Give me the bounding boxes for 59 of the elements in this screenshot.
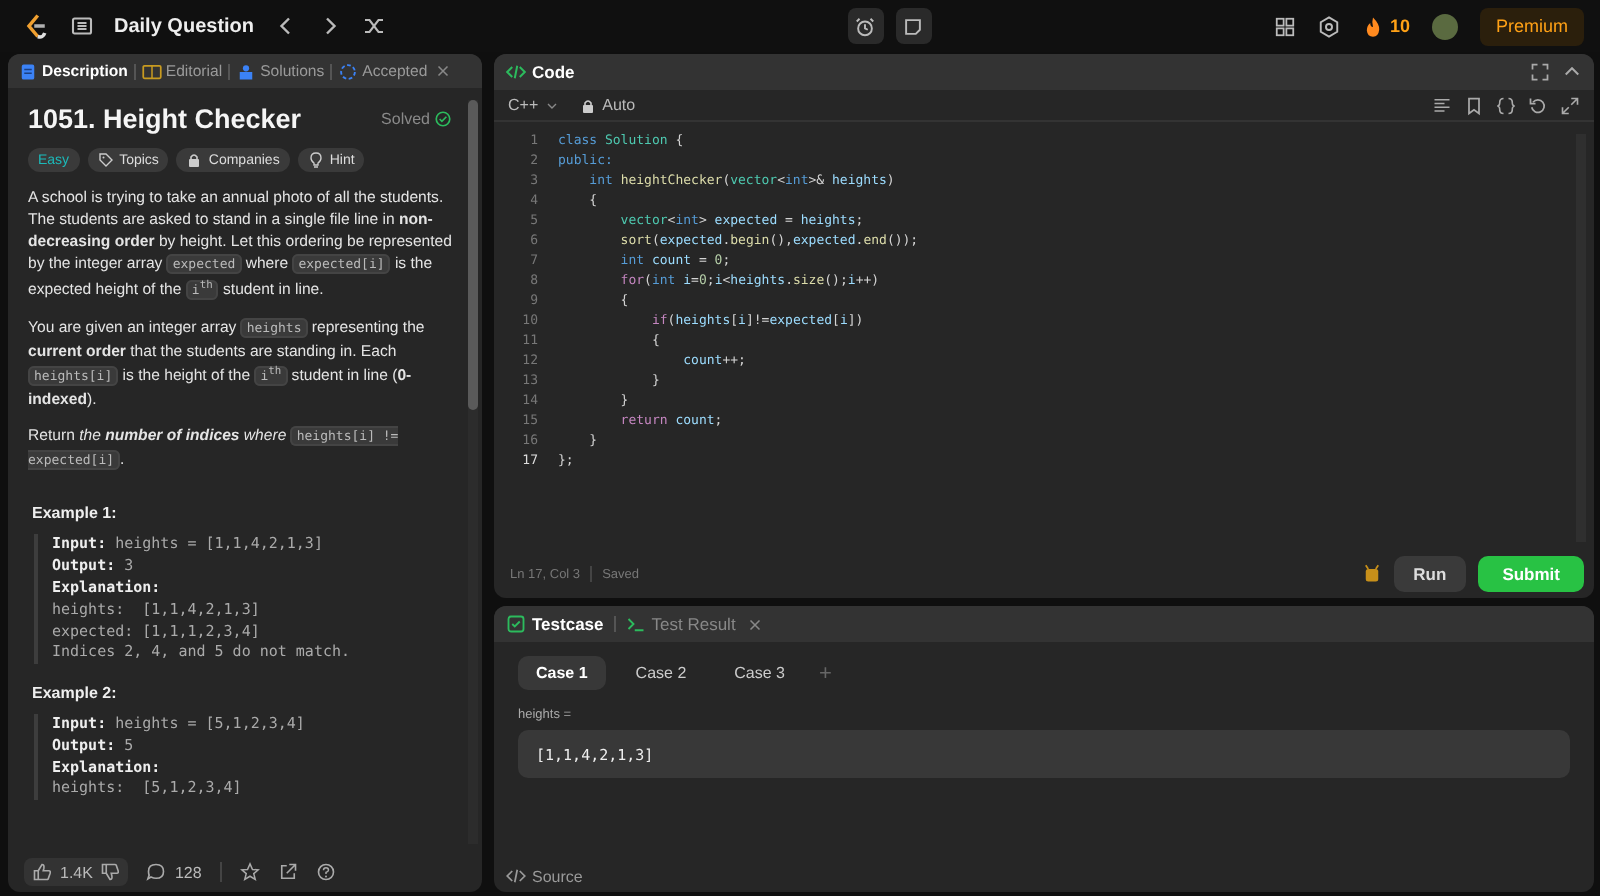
comment-count: 128 <box>174 863 202 881</box>
reset-icon[interactable] <box>1528 95 1548 115</box>
expand-icon[interactable] <box>1530 62 1550 82</box>
example-title: Example 2: <box>32 684 119 703</box>
case-tab[interactable]: Case 1 <box>518 656 606 690</box>
bookmark-icon[interactable] <box>1464 95 1484 115</box>
lightbulb-icon <box>307 152 324 168</box>
lock-icon <box>186 152 203 168</box>
problem-list-title[interactable]: Daily Question <box>114 15 255 37</box>
bug-icon[interactable] <box>1361 564 1382 584</box>
comment-icon[interactable] <box>146 862 167 882</box>
fullscreen-icon[interactable] <box>1560 95 1580 115</box>
source-link[interactable]: Source <box>506 866 583 886</box>
terminal-icon <box>625 614 646 634</box>
star-icon[interactable] <box>239 862 260 882</box>
problem-title: 1051. Height Checker <box>28 104 302 134</box>
avatar[interactable] <box>1431 13 1458 39</box>
checkbox-icon <box>506 614 526 634</box>
notes-button[interactable] <box>895 8 932 44</box>
list-icon[interactable] <box>70 14 94 38</box>
panel-tab[interactable]: Code <box>506 62 575 82</box>
braces-icon[interactable] <box>1496 95 1516 115</box>
case-tab[interactable]: Case 2 <box>617 656 705 690</box>
run-button[interactable]: Run <box>1393 556 1467 592</box>
close-icon[interactable] <box>433 62 452 80</box>
fire-icon[interactable] <box>1361 15 1384 37</box>
thumbs-down-icon <box>100 862 121 882</box>
like-count: 1.4K <box>60 863 93 881</box>
premium-button[interactable]: Premium <box>1479 7 1584 45</box>
case-tab[interactable]: Case 3 <box>716 656 804 690</box>
scrollbar[interactable] <box>468 100 478 844</box>
language-dropdown[interactable]: C++ <box>508 96 561 114</box>
solved-status: Solved <box>381 110 430 128</box>
streak-count: 10 <box>1389 16 1410 36</box>
code-icon <box>506 62 526 82</box>
note-icon <box>902 15 925 37</box>
close-icon[interactable] <box>745 615 764 633</box>
help-icon[interactable] <box>315 862 336 882</box>
auto-mode-toggle[interactable]: Auto <box>580 96 636 114</box>
format-icon[interactable] <box>1432 95 1452 115</box>
settings-icon[interactable] <box>1317 15 1340 37</box>
shuffle-icon[interactable] <box>362 14 387 38</box>
alarm-clock-icon <box>854 15 877 37</box>
document-icon <box>18 61 38 81</box>
book-icon <box>141 61 162 81</box>
panel-tab[interactable]: Test Result <box>625 614 736 634</box>
panel-tab[interactable]: Testcase <box>506 614 604 634</box>
grid-icon[interactable] <box>1273 15 1296 37</box>
example-title: Example 1: <box>32 504 119 523</box>
dashed-circle-icon <box>338 61 359 81</box>
timer-button[interactable] <box>847 8 884 44</box>
thumbs-up-icon <box>32 862 52 882</box>
lock-icon <box>580 97 597 113</box>
code-icon <box>506 866 526 886</box>
tag-icon <box>97 152 114 168</box>
share-icon[interactable] <box>277 862 298 882</box>
like-dislike-group[interactable]: 1.4K <box>24 858 129 886</box>
logo-icon[interactable] <box>22 12 50 40</box>
person-icon <box>236 61 257 81</box>
